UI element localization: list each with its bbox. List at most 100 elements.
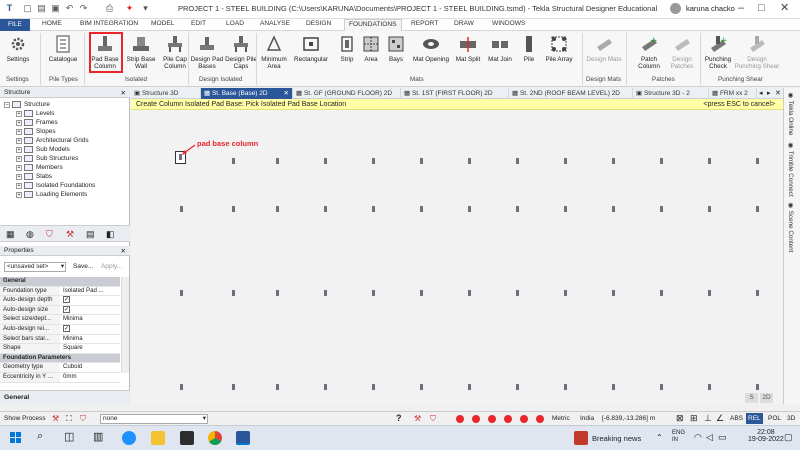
strip-button[interactable]: Strip (336, 34, 358, 63)
tab-st-1st[interactable]: ▦ St. 1ST (FIRST FLOOR) 2D (401, 88, 509, 99)
column-marker[interactable] (232, 384, 235, 390)
menu-load[interactable]: LOAD (226, 20, 244, 27)
column-marker[interactable] (232, 290, 235, 296)
column-marker[interactable] (612, 158, 615, 164)
area-button[interactable]: Area (360, 34, 382, 63)
column-marker[interactable] (564, 384, 567, 390)
menu-draw[interactable]: DRAW (454, 20, 474, 27)
menu-model[interactable]: MODEL (151, 20, 174, 27)
tab-structure-3d-2[interactable]: ▣ Structure 3D - 2 (633, 88, 709, 99)
design-pad-bases-button[interactable]: Design Pad Bases (190, 34, 224, 70)
design-patches-button[interactable]: Design Patches (666, 34, 698, 70)
tree-item-slabs[interactable]: + Slabs (16, 173, 52, 180)
pile-button[interactable]: Pile (518, 34, 540, 63)
column-marker[interactable] (324, 158, 327, 164)
column-marker[interactable] (516, 206, 519, 212)
catalogue-button[interactable]: Catalogue (46, 34, 80, 63)
property-row[interactable]: Eccentricity in Y ... 0mm (0, 372, 120, 383)
load-tab-icon[interactable]: ⛉ (46, 229, 53, 240)
tab-st-base[interactable]: ▦ St. Base (Base) 2D ✕ (201, 88, 293, 99)
column-marker[interactable] (564, 206, 567, 212)
properties-scrollbar[interactable] (121, 277, 129, 373)
clock[interactable]: 22:08 19-09-2022 (748, 429, 784, 443)
redo-icon[interactable]: ↷ (78, 3, 89, 14)
battery-icon[interactable]: ▭ (718, 432, 727, 443)
edge-browser-icon[interactable] (122, 431, 136, 445)
new-icon[interactable]: ▢ (22, 3, 33, 14)
patch-column-button[interactable]: + Patch Column (632, 34, 666, 70)
menu-file[interactable]: FILE (0, 19, 30, 31)
column-marker[interactable] (708, 206, 711, 212)
column-marker[interactable] (180, 384, 183, 390)
column-marker[interactable] (660, 384, 663, 390)
toggle-3d[interactable]: 3D (787, 415, 795, 422)
tabs-scroll-left-icon[interactable]: ◂ (759, 88, 763, 99)
region-label[interactable]: India (580, 415, 594, 422)
pile-array-button[interactable]: Pile Array (542, 34, 576, 63)
tab-structure-3d[interactable]: ▣ Structure 3D (131, 88, 201, 99)
error-indicator-icon[interactable] (520, 415, 528, 423)
error-indicator-icon[interactable] (488, 415, 496, 423)
column-marker[interactable] (420, 384, 423, 390)
store-icon[interactable] (180, 431, 194, 445)
bays-button[interactable]: Bays (384, 34, 408, 63)
punching-check-button[interactable]: + Punching Check (702, 34, 734, 70)
tekla-app-icon[interactable] (236, 431, 250, 445)
column-marker[interactable] (468, 384, 471, 390)
column-marker[interactable] (420, 206, 423, 212)
undo-icon[interactable]: ↶ (64, 3, 75, 14)
minimize-icon[interactable]: – (738, 2, 744, 15)
tab-frm[interactable]: ▦ FRM xx 2 (709, 88, 757, 99)
tab-st-gf[interactable]: ▦ St. GF (GROUND FLOOR) 2D (293, 88, 401, 99)
column-marker[interactable] (276, 158, 279, 164)
column-marker[interactable] (324, 290, 327, 296)
language-indicator[interactable]: ENG IN (672, 430, 685, 444)
column-marker[interactable] (564, 290, 567, 296)
property-row[interactable]: Geometry type Cuboid (0, 363, 120, 373)
save-set-button[interactable]: Save... (73, 263, 93, 270)
tree-root[interactable]: – Structure (4, 101, 50, 108)
view-mode-s-button[interactable]: S (745, 393, 758, 403)
chrome-icon[interactable] (208, 431, 222, 445)
checkbox[interactable]: ✓ (63, 305, 70, 313)
error-indicator-icon[interactable] (456, 415, 464, 423)
column-marker[interactable] (372, 290, 375, 296)
menu-design[interactable]: DESIGN (306, 20, 331, 27)
tabs-close-icon[interactable]: ✕ (775, 88, 781, 99)
column-marker[interactable] (372, 206, 375, 212)
grid-snap-icon[interactable]: ⊞ (690, 413, 698, 424)
column-marker[interactable] (276, 290, 279, 296)
column-marker[interactable] (420, 290, 423, 296)
menu-report[interactable]: REPORT (411, 20, 438, 27)
close-icon[interactable]: ✕ (121, 247, 126, 255)
menu-analyse[interactable]: ANALYSE (260, 20, 290, 27)
report-tab-icon[interactable]: ▤ (86, 229, 95, 240)
apply-set-button[interactable]: Apply... (101, 263, 122, 270)
close-tab-icon[interactable]: ✕ (284, 88, 292, 99)
column-marker[interactable] (612, 290, 615, 296)
column-marker[interactable] (324, 384, 327, 390)
column-marker[interactable] (232, 158, 235, 164)
column-marker[interactable] (612, 206, 615, 212)
maximize-icon[interactable]: □ (758, 2, 765, 15)
scene-content-tab[interactable]: ◉ Scene Content (787, 202, 794, 252)
design-pile-caps-button[interactable]: Design Pile Caps (224, 34, 258, 70)
filter-icon[interactable]: ⚒ (52, 414, 59, 423)
model-viewport[interactable]: pad base column S 2D (131, 110, 783, 404)
ortho-icon[interactable]: ⊥ (704, 413, 712, 424)
design-punching-shear-button[interactable]: Design Punching Shear (734, 34, 780, 70)
structure-tab-icon[interactable]: ▦ (6, 229, 15, 240)
print-icon[interactable]: ⎙ (104, 3, 115, 14)
save-icon[interactable]: ▣ (50, 3, 61, 14)
tabs-scroll-right-icon[interactable]: ▸ (767, 88, 771, 99)
tree-item-sub-structures[interactable]: + Sub Structures (16, 155, 78, 162)
column-marker[interactable] (516, 384, 519, 390)
avatar[interactable] (670, 3, 681, 14)
toggle-abs[interactable]: ABS (730, 415, 743, 422)
tree-item-architectural-grids[interactable]: + Architectural Grids (16, 137, 89, 144)
column-marker[interactable] (516, 158, 519, 164)
units-label[interactable]: Metric (552, 415, 570, 422)
task-view-icon[interactable]: ◫ (64, 430, 74, 443)
column-marker[interactable] (468, 290, 471, 296)
strip-base-wall-button[interactable]: Strip Base Wall (124, 34, 158, 70)
